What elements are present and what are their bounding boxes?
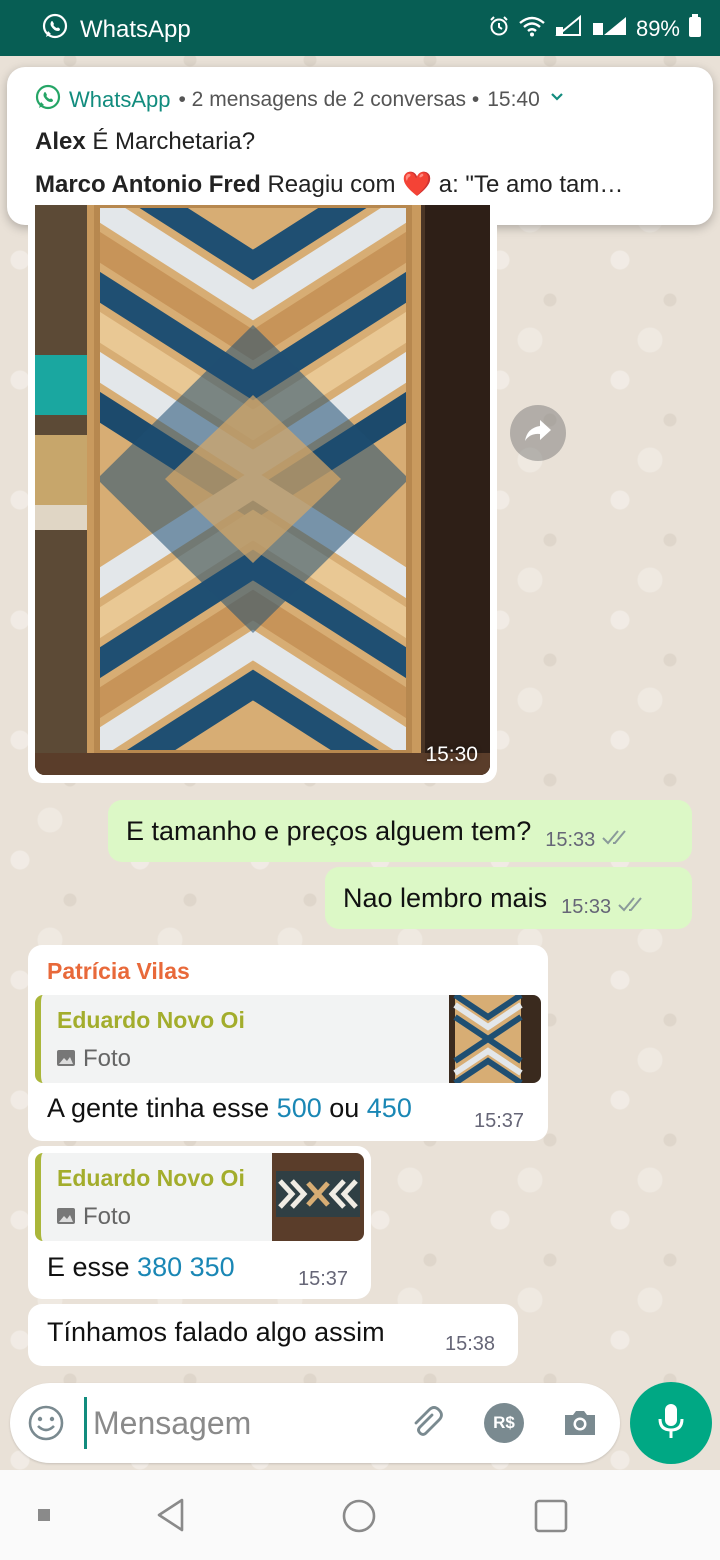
message-text: Nao lembro mais	[343, 882, 548, 913]
voice-record-button[interactable]	[630, 1382, 712, 1464]
sender-name: Patrícia Vilas	[47, 958, 190, 984]
phone-number-link[interactable]: 380 350	[137, 1252, 235, 1282]
notification-message-2: Marco Antonio Fred Reagiu com ❤️ a: "Te …	[35, 170, 685, 199]
incoming-message[interactable]: Patrícia Vilas Eduardo Novo Oi Foto A ge…	[28, 945, 548, 1141]
message-photo[interactable]: 15:30	[35, 205, 490, 775]
quoted-sender: Eduardo Novo Oi	[57, 1007, 245, 1033]
message-text: E esse 380 350	[47, 1252, 235, 1283]
notification-app-name: WhatsApp	[69, 87, 171, 112]
quoted-type-label: Foto	[83, 1203, 132, 1230]
message-text-part: ou	[321, 1093, 367, 1123]
message-composer: R$	[10, 1383, 620, 1463]
back-icon[interactable]	[150, 1495, 190, 1535]
incoming-message[interactable]: Eduardo Novo Oi Foto E esse 380 350 15:3…	[28, 1146, 371, 1299]
quoted-type: Foto	[57, 1203, 131, 1231]
notification-header: WhatsApp • 2 mensagens de 2 conversas • …	[35, 84, 685, 116]
system-navigation-bar	[0, 1470, 720, 1560]
message-time: 15:33	[545, 828, 596, 851]
chevron-down-icon[interactable]	[548, 88, 566, 112]
image-message-bubble[interactable]: 15:30	[28, 205, 497, 783]
double-check-icon	[601, 828, 631, 852]
heart-emoji: ❤️	[402, 171, 433, 198]
status-app: WhatsApp	[42, 13, 191, 46]
notification-text: Reagiu com	[267, 171, 396, 198]
signal-icon	[554, 14, 584, 43]
home-icon[interactable]	[338, 1495, 380, 1537]
message-time: 15:37	[474, 1110, 525, 1132]
signal-full-icon	[592, 15, 628, 43]
message-time: 15:38	[445, 1333, 496, 1355]
outgoing-message[interactable]: E tamanho e preços alguem tem? 15:33	[108, 800, 692, 862]
quoted-thumbnail	[449, 995, 541, 1083]
message-time: 15:33	[561, 895, 612, 918]
notification-text-after: a: "Te amo tam…	[438, 171, 624, 198]
outgoing-message[interactable]: Nao lembro mais 15:33	[325, 867, 692, 929]
payment-label: R$	[493, 1413, 515, 1432]
whatsapp-logo-icon	[42, 13, 68, 46]
message-text-part: E esse	[47, 1252, 138, 1282]
message-time: 15:37	[298, 1268, 349, 1290]
emoji-icon[interactable]	[26, 1403, 66, 1443]
microphone-icon	[656, 1402, 686, 1445]
notification-card[interactable]: WhatsApp • 2 mensagens de 2 conversas • …	[7, 67, 713, 225]
battery-level: 89%	[635, 16, 680, 41]
phone-number-link[interactable]: 450	[367, 1093, 412, 1123]
menu-dot-icon[interactable]	[36, 1507, 52, 1523]
quoted-type: Foto	[57, 1045, 131, 1073]
quoted-message[interactable]: Eduardo Novo Oi Foto	[35, 995, 541, 1083]
recents-icon[interactable]	[530, 1495, 572, 1537]
marquetry-artwork-image	[35, 205, 490, 775]
alarm-icon	[488, 15, 510, 43]
quoted-message[interactable]: Eduardo Novo Oi Foto	[35, 1153, 364, 1241]
notification-text: É Marchetaria?	[92, 128, 256, 155]
phone-number-link[interactable]: 500	[277, 1093, 322, 1123]
camera-icon[interactable]	[560, 1403, 600, 1443]
payment-icon[interactable]: R$	[484, 1403, 524, 1443]
quoted-sender: Eduardo Novo Oi	[57, 1165, 245, 1191]
notification-time: 15:40	[487, 88, 540, 111]
quoted-thumbnail	[272, 1153, 364, 1241]
attach-icon[interactable]	[406, 1403, 446, 1443]
message-input[interactable]	[84, 1397, 384, 1449]
message-text: E tamanho e preços alguem tem?	[126, 815, 532, 846]
forward-icon	[523, 418, 553, 449]
message-text: A gente tinha esse 500 ou 450	[47, 1093, 412, 1124]
quoted-type-label: Foto	[83, 1045, 132, 1072]
message-text-part: A gente tinha esse	[47, 1093, 277, 1123]
forward-button[interactable]	[510, 405, 566, 461]
incoming-message[interactable]: Tínhamos falado algo assim 15:38	[28, 1304, 518, 1366]
message-meta: 15:33	[561, 895, 647, 919]
notification-sender: Marco Antonio Fred	[35, 171, 261, 198]
notification-summary: • 2 mensagens de 2 conversas •	[178, 88, 480, 111]
whatsapp-logo-icon	[35, 84, 61, 116]
status-indicators: 89%	[488, 14, 702, 44]
battery-icon	[688, 14, 702, 44]
status-bar: WhatsApp 89%	[0, 0, 720, 56]
double-check-icon	[617, 895, 647, 919]
message-text: Tínhamos falado algo assim	[47, 1317, 385, 1347]
message-meta: 15:33	[545, 828, 631, 852]
photo-icon	[57, 1203, 75, 1231]
status-app-name: WhatsApp	[80, 15, 191, 43]
notification-message-1: Alex É Marchetaria?	[35, 128, 685, 156]
notification-sender: Alex	[35, 128, 86, 155]
photo-icon	[57, 1045, 75, 1073]
wifi-icon	[518, 15, 546, 43]
message-time: 15:30	[425, 743, 478, 766]
